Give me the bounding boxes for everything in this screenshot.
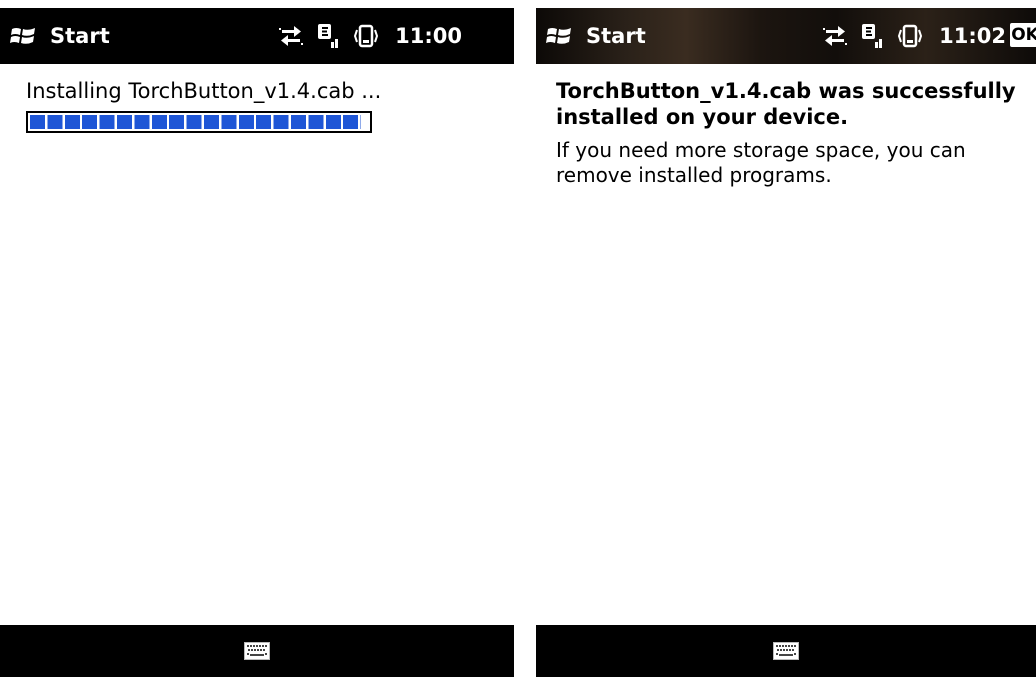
install-progress-screen: Start 11:00 Installing TorchButton_v1.4.… <box>0 8 514 677</box>
clock: 11:00 <box>395 24 462 48</box>
title-bar: Start 11:02 OK <box>536 8 1036 64</box>
status-area[interactable]: 11:02 <box>823 20 1006 52</box>
clock: 11:02 <box>939 24 1006 48</box>
content-area: TorchButton_v1.4.cab was successfully in… <box>556 78 1030 188</box>
ok-button[interactable]: OK <box>1010 23 1036 47</box>
signal-edge-icon <box>318 24 339 48</box>
windows-logo-icon <box>546 28 571 44</box>
data-sync-icon <box>279 26 304 46</box>
title-bar: Start 11:00 <box>0 8 514 64</box>
storage-hint-text: If you need more storage space, you can … <box>556 138 966 187</box>
windows-logo-icon <box>10 28 35 44</box>
success-message: TorchButton_v1.4.cab was successfully in… <box>556 79 1016 129</box>
install-progress-bar <box>26 111 372 133</box>
vibrate-icon <box>898 24 923 48</box>
bottom-menu-bar <box>536 625 1036 677</box>
start-button[interactable]: Start <box>546 20 646 52</box>
start-label: Start <box>586 24 646 48</box>
start-button[interactable]: Start <box>10 20 110 52</box>
install-complete-screen: Start 11:02 OK TorchButton_v1.4.cab was … <box>536 8 1036 677</box>
progress-fill <box>30 115 362 129</box>
vibrate-icon <box>354 24 379 48</box>
keyboard-icon[interactable] <box>773 642 799 660</box>
status-area[interactable]: 11:00 <box>279 20 462 52</box>
install-status-text: Installing TorchButton_v1.4.cab ... <box>26 79 382 103</box>
signal-edge-icon <box>862 24 883 48</box>
data-sync-icon <box>823 26 848 46</box>
bottom-menu-bar <box>0 625 514 677</box>
keyboard-icon[interactable] <box>244 642 270 660</box>
start-label: Start <box>50 24 110 48</box>
content-area: Installing TorchButton_v1.4.cab ... <box>26 78 496 133</box>
